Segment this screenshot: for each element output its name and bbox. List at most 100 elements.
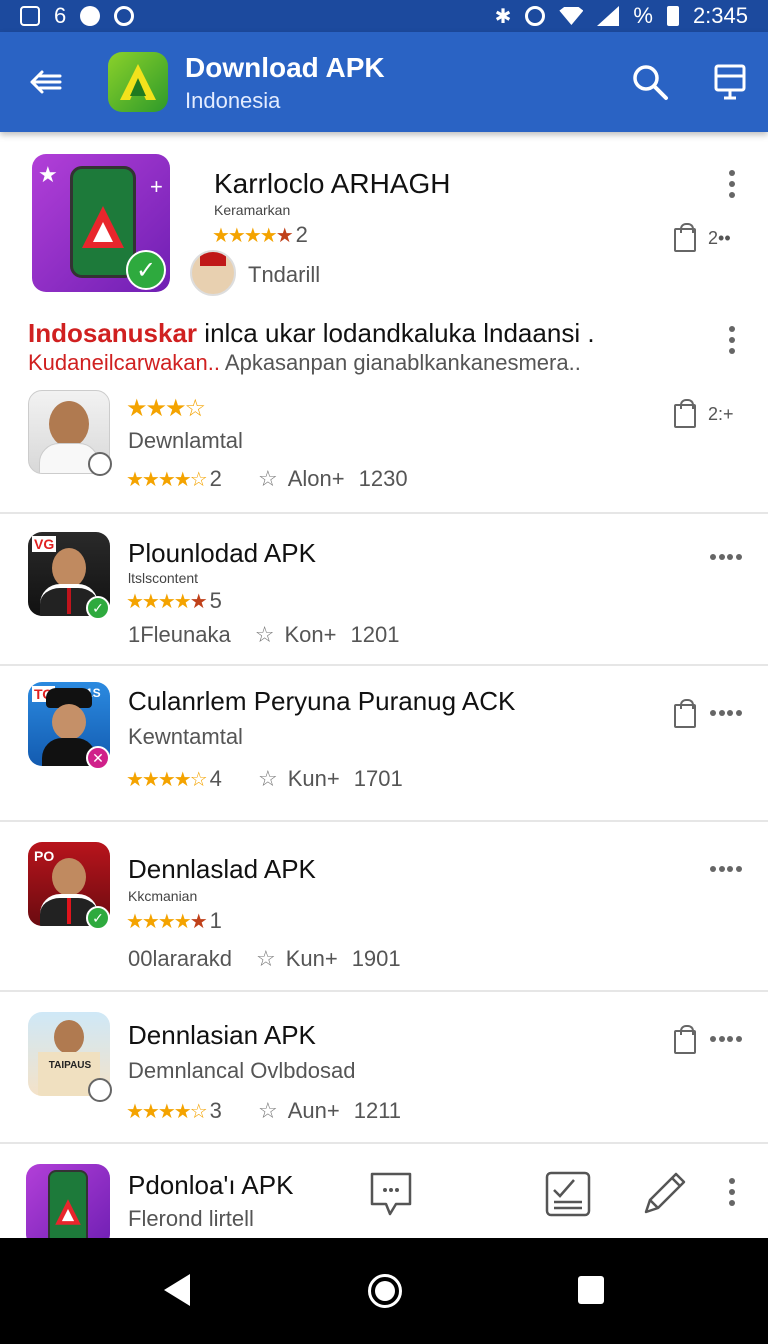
list-item-rating-number: 1	[209, 908, 222, 933]
meta-label: Kun+	[285, 946, 338, 971]
list-item-stars-top: ★★★☆	[126, 395, 206, 422]
verified-check-icon: ✓	[126, 250, 166, 290]
featured-app-category: Keramarkan	[214, 202, 291, 218]
nav-recents-icon[interactable]	[578, 1276, 604, 1304]
list-item[interactable]: TAIPAUS Dennlasian APK Demnlancal Ovlbdo…	[0, 992, 768, 1144]
list-item-bag-icon[interactable]	[674, 1025, 696, 1054]
featured-app-name: Karrloclo ARHAGH	[214, 168, 451, 199]
sparkle-icon: ★	[38, 162, 58, 187]
list-item-more-icon[interactable]	[727, 1178, 737, 1206]
featured-extra: 2••	[708, 228, 731, 248]
promo-title-highlight: Indosanuskar	[28, 318, 198, 348]
pencil-icon[interactable]	[640, 1168, 690, 1218]
list-item-bag-icon[interactable]	[674, 699, 696, 728]
list-item-rating-number: 2	[209, 466, 222, 491]
list-item-name: Dennlasian APK	[128, 1020, 316, 1050]
meta-prefix: 00lararakd	[128, 946, 232, 971]
list-item-rating-number: 4	[209, 766, 222, 791]
list-item-meta: ☆ Aun+ 1211	[258, 1098, 401, 1124]
meta-label: Kun+	[287, 766, 340, 791]
star-outline-icon: ☆	[258, 1098, 278, 1123]
list-item-more-icon[interactable]	[710, 1034, 742, 1044]
list-item-subtitle: Flerond lirtell	[128, 1206, 254, 1231]
list-item-rating: ★★★★★ 5	[126, 588, 222, 613]
featured-card[interactable]: ★ + ✓ Karrloclo ARHAGH Keramarkan ★★★★★ 2…	[0, 132, 768, 514]
list-item[interactable]: PO ✓ Dennlaslad APK Kkcmanian ★★★★★ 1 00l…	[0, 822, 768, 992]
list-item-rating: ★★★★☆ 4	[126, 766, 222, 791]
checklist-icon[interactable]	[544, 1170, 592, 1218]
list-item-meta: ☆ Kun+ 1701	[258, 766, 403, 792]
list-item-name: Plounlodad APK	[128, 538, 316, 568]
meta-value: 1211	[353, 1098, 402, 1123]
signal-icon	[597, 6, 620, 26]
featured-bag-icon[interactable]	[674, 223, 696, 252]
uploader-avatar	[190, 250, 236, 296]
list-item-rating: ★★★★☆ 2	[126, 466, 222, 491]
list-item-icon	[26, 1164, 110, 1238]
remove-badge-icon: ✕	[86, 746, 110, 770]
list-item-meta: 00lararakd ☆ Kun+ 1901	[128, 946, 401, 972]
promo-sub-highlight: Kudaneilcarwakan..	[28, 350, 221, 375]
alarm-icon	[114, 6, 135, 26]
list-item-rating: ★★★★☆ 3	[126, 1098, 222, 1123]
meta-label: Kon+	[284, 622, 337, 647]
blocked-icon	[88, 1078, 112, 1102]
notification-icon	[80, 6, 101, 26]
list-item-rating-number: 3	[209, 1098, 222, 1123]
list-item-subtitle: Demnlancal Ovlbdosad	[128, 1058, 356, 1083]
promo-more-icon[interactable]	[727, 326, 737, 354]
list-item-more-icon[interactable]	[710, 552, 742, 562]
verified-check-icon: ✓	[86, 906, 110, 930]
app-logo-icon	[108, 52, 168, 112]
nav-home-icon[interactable]	[368, 1274, 402, 1308]
blocked-icon	[88, 452, 112, 476]
icon-text: TAIPAUS	[48, 1060, 92, 1071]
list-item-small: Kkcmanian	[128, 888, 198, 904]
verified-check-icon: ✓	[86, 596, 110, 620]
meta-label: Alon+	[287, 466, 345, 491]
meta-label: Aun+	[287, 1098, 340, 1123]
list-item-meta: 1Fleunaka ☆ Kon+ 1201	[128, 622, 399, 648]
list-item-more-icon[interactable]	[710, 864, 742, 874]
battery-icon	[666, 6, 679, 26]
star-outline-icon: ☆	[258, 466, 278, 491]
list-item-more-icon[interactable]	[710, 708, 742, 718]
uploader-name: Tndarill	[248, 262, 321, 287]
comment-icon[interactable]	[368, 1170, 414, 1220]
list-item[interactable]: TO 1S ✕ Culanrlem Peryuna Puranug ACK Ke…	[0, 666, 768, 822]
status-bar: 6 ✱ % 2:345	[0, 0, 768, 32]
app-subtitle: Indonesia	[185, 88, 281, 113]
promo-subtitle: Kudaneilcarwakan.. Apkasanpan gianablkan…	[28, 350, 581, 376]
app-bar: Download APK Indonesia	[0, 32, 768, 132]
list-item-meta: ☆ Alon+ 1230	[258, 466, 408, 492]
meta-value: 1901	[351, 946, 401, 971]
meta-value: 1701	[353, 766, 403, 791]
wifi-icon	[559, 7, 584, 25]
featured-rating-number: 2	[295, 222, 308, 247]
sim-icon	[20, 6, 40, 26]
list-item-rating-number: 5	[209, 588, 222, 613]
plus-icon: +	[150, 174, 163, 199]
featured-more-icon[interactable]	[727, 170, 737, 198]
list-item[interactable]: Pdonloa'ı APK Flerond lirtell	[0, 1144, 768, 1238]
search-icon[interactable]	[630, 62, 670, 102]
list-item-bag-icon[interactable]	[674, 399, 696, 428]
list-item-subtitle: Dewnlamtal	[128, 428, 243, 453]
back-arrow-icon[interactable]	[26, 62, 66, 102]
meta-value: 1230	[358, 466, 408, 491]
app-title: Download APK	[185, 52, 385, 83]
star-outline-icon: ☆	[255, 946, 276, 971]
featured-rating-stars: ★★★★★ 2	[212, 222, 308, 247]
sync-icon	[525, 6, 546, 26]
meta-value: 1201	[350, 622, 400, 647]
promo-sub-rest: Apkasanpan gianablkankanesmera..	[220, 350, 581, 375]
meta-prefix: 1Fleunaka	[128, 622, 231, 647]
store-icon[interactable]	[710, 62, 750, 102]
promo-title-rest: inlca ukar lodandkaluka lndaansi .	[197, 318, 595, 348]
list-item-small: ltslscontent	[128, 570, 199, 586]
star-outline-icon: ☆	[258, 766, 278, 791]
nav-back-icon[interactable]	[164, 1274, 190, 1306]
icon-tag: PO	[34, 848, 55, 864]
percent-glyph: %	[633, 3, 653, 28]
list-item[interactable]: VG ✓ Plounlodad APK ltslscontent ★★★★★ 5 …	[0, 514, 768, 666]
